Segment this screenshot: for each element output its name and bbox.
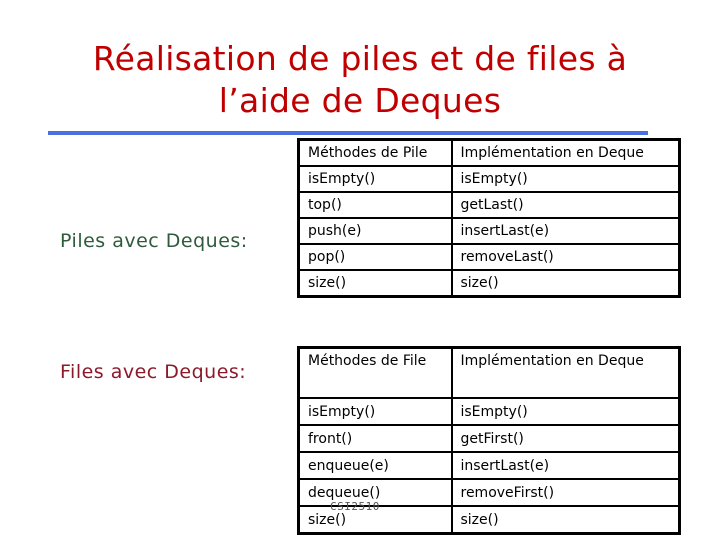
deque-method-cell: removeLast() xyxy=(450,243,681,271)
stack-method-cell: size() xyxy=(297,269,453,298)
table-row: front() getFirst() xyxy=(297,424,681,453)
stack-methods-table: Méthodes de Pile Implémentation en Deque… xyxy=(297,138,681,298)
deque-method-cell: isEmpty() xyxy=(450,397,681,426)
table-row: isEmpty() isEmpty() xyxy=(297,397,681,426)
queue-method-cell: front() xyxy=(297,424,453,453)
deque-method-cell: size() xyxy=(450,505,681,535)
deque-method-cell: size() xyxy=(450,269,681,298)
deque-method-cell: isEmpty() xyxy=(450,165,681,193)
slide-title: Réalisation de piles et de files à l’aid… xyxy=(0,38,720,122)
title-divider xyxy=(48,131,648,135)
table-header-row: Méthodes de File Implémentation en Deque xyxy=(297,346,681,399)
table-row: enqueue(e) insertLast(e) xyxy=(297,451,681,480)
slide-title-line-1: Réalisation de piles et de files à xyxy=(92,39,628,78)
stack-method-cell: push(e) xyxy=(297,217,453,245)
deque-method-cell: getLast() xyxy=(450,191,681,219)
table-row: isEmpty() isEmpty() xyxy=(297,165,681,193)
piles-section-label: Piles avec Deques: xyxy=(60,230,248,252)
deque-method-cell: insertLast(e) xyxy=(450,451,681,480)
table-row: top() getLast() xyxy=(297,191,681,219)
queue-method-cell: isEmpty() xyxy=(297,397,453,426)
header-queue-methods: Méthodes de File xyxy=(297,346,453,399)
table-row: push(e) insertLast(e) xyxy=(297,217,681,245)
stack-method-cell: top() xyxy=(297,191,453,219)
header-deque-implementation: Implémentation en Deque xyxy=(450,346,681,399)
header-stack-methods: Méthodes de Pile xyxy=(297,138,453,167)
slide-title-line-2: l’aide de Deques xyxy=(218,81,502,120)
deque-method-cell: getFirst() xyxy=(450,424,681,453)
course-code-watermark: CSI2510 xyxy=(330,500,380,513)
header-deque-implementation: Implémentation en Deque xyxy=(450,138,681,167)
table-row: size() size() xyxy=(297,269,681,298)
deque-method-cell: removeFirst() xyxy=(450,478,681,507)
files-section-label: Files avec Deques: xyxy=(60,361,247,383)
stack-method-cell: pop() xyxy=(297,243,453,271)
deque-method-cell: insertLast(e) xyxy=(450,217,681,245)
table-row: pop() removeLast() xyxy=(297,243,681,271)
stack-method-cell: isEmpty() xyxy=(297,165,453,193)
table-header-row: Méthodes de Pile Implémentation en Deque xyxy=(297,138,681,167)
queue-method-cell: enqueue(e) xyxy=(297,451,453,480)
